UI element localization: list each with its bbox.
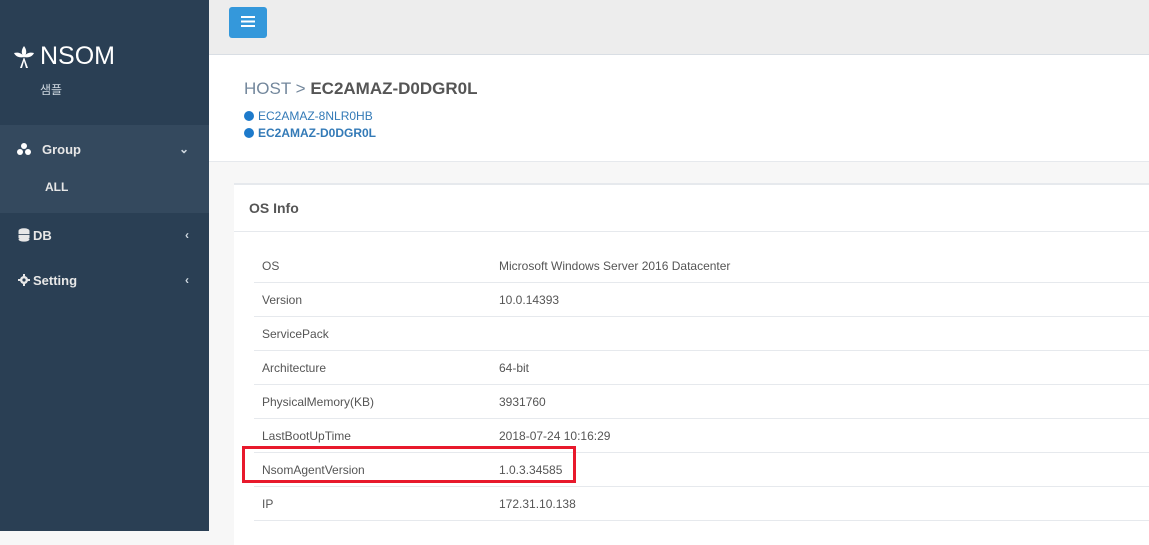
row-value: 1.0.3.34585 (499, 463, 563, 477)
table-row: Architecture 64-bit (254, 350, 1149, 385)
row-key: IP (262, 497, 274, 511)
host-link[interactable]: EC2AMAZ-8NLR0HB (244, 109, 373, 123)
page-header: HOST > EC2AMAZ-D0DGR0L EC2AMAZ-8NLR0HB E… (209, 55, 1149, 162)
sidebar-item-label: DB (33, 227, 52, 243)
menu-toggle-button[interactable] (229, 7, 267, 38)
app-name: NSOM (40, 42, 115, 70)
host-link-label: EC2AMAZ-8NLR0HB (258, 109, 373, 123)
row-value: 2018-07-24 10:16:29 (499, 429, 611, 443)
sidebar-item-label: Group (42, 141, 81, 157)
breadcrumb: HOST > EC2AMAZ-D0DGR0L (244, 79, 478, 99)
panel-title: OS Info (249, 200, 299, 216)
gear-icon (16, 272, 32, 288)
row-value: 64-bit (499, 361, 530, 375)
row-key: NsomAgentVersion (262, 463, 365, 477)
breadcrumb-current: EC2AMAZ-D0DGR0L (310, 79, 478, 98)
panel-divider (234, 231, 1149, 232)
table-row: NsomAgentVersion 1.0.3.34585 (254, 452, 1149, 487)
row-value: Microsoft Windows Server 2016 Datacenter (499, 259, 731, 273)
host-link-label: EC2AMAZ-D0DGR0L (258, 126, 377, 140)
sitemap-icon (16, 141, 32, 157)
chevron-down-icon: ⌄ (178, 142, 189, 156)
table-row: ServicePack (254, 316, 1149, 351)
app-subtitle: 샘플 (40, 83, 63, 97)
row-key: OS (262, 259, 280, 273)
row-key: PhysicalMemory(KB) (262, 395, 375, 409)
chevron-left-icon: ‹ (185, 228, 189, 242)
row-value: 10.0.14393 (499, 293, 560, 307)
brand[interactable]: NSOM 샘플 (0, 0, 209, 113)
table-row: OS Microsoft Windows Server 2016 Datacen… (254, 248, 1149, 283)
table-row: IP 172.31.10.138 (254, 486, 1149, 521)
host-link-active[interactable]: EC2AMAZ-D0DGR0L (244, 126, 376, 140)
breadcrumb-root[interactable]: HOST (244, 79, 291, 98)
leaf-logo-icon (12, 44, 36, 70)
os-info-panel: OS Info OS Microsoft Windows Server 2016… (234, 183, 1149, 545)
sidebar-item-label: Setting (33, 272, 78, 288)
database-icon (16, 227, 32, 243)
status-dot-icon (244, 128, 254, 138)
sidebar: NSOM 샘플 Group ⌄ ALL DB ‹ Setting ‹ (0, 0, 209, 531)
status-dot-icon (244, 111, 254, 121)
sidebar-item-group[interactable]: Group ⌄ (0, 126, 209, 172)
table-row: PhysicalMemory(KB) 3931760 (254, 384, 1149, 419)
breadcrumb-separator: > (295, 79, 306, 98)
row-key: Version (262, 293, 303, 307)
sidebar-item-setting[interactable]: Setting ‹ (0, 257, 209, 303)
top-navbar (209, 0, 1149, 55)
row-key: LastBootUpTime (262, 429, 351, 443)
sidebar-item-db[interactable]: DB ‹ (0, 212, 209, 258)
row-key: Architecture (262, 361, 327, 375)
row-value: 3931760 (499, 395, 546, 409)
sidebar-subitem-all[interactable]: ALL (45, 180, 68, 194)
table-row: LastBootUpTime 2018-07-24 10:16:29 (254, 418, 1149, 453)
chevron-left-icon: ‹ (185, 273, 189, 287)
row-key: ServicePack (262, 327, 329, 341)
hamburger-icon (241, 14, 255, 32)
table-row: Version 10.0.14393 (254, 282, 1149, 317)
row-value: 172.31.10.138 (499, 497, 576, 511)
